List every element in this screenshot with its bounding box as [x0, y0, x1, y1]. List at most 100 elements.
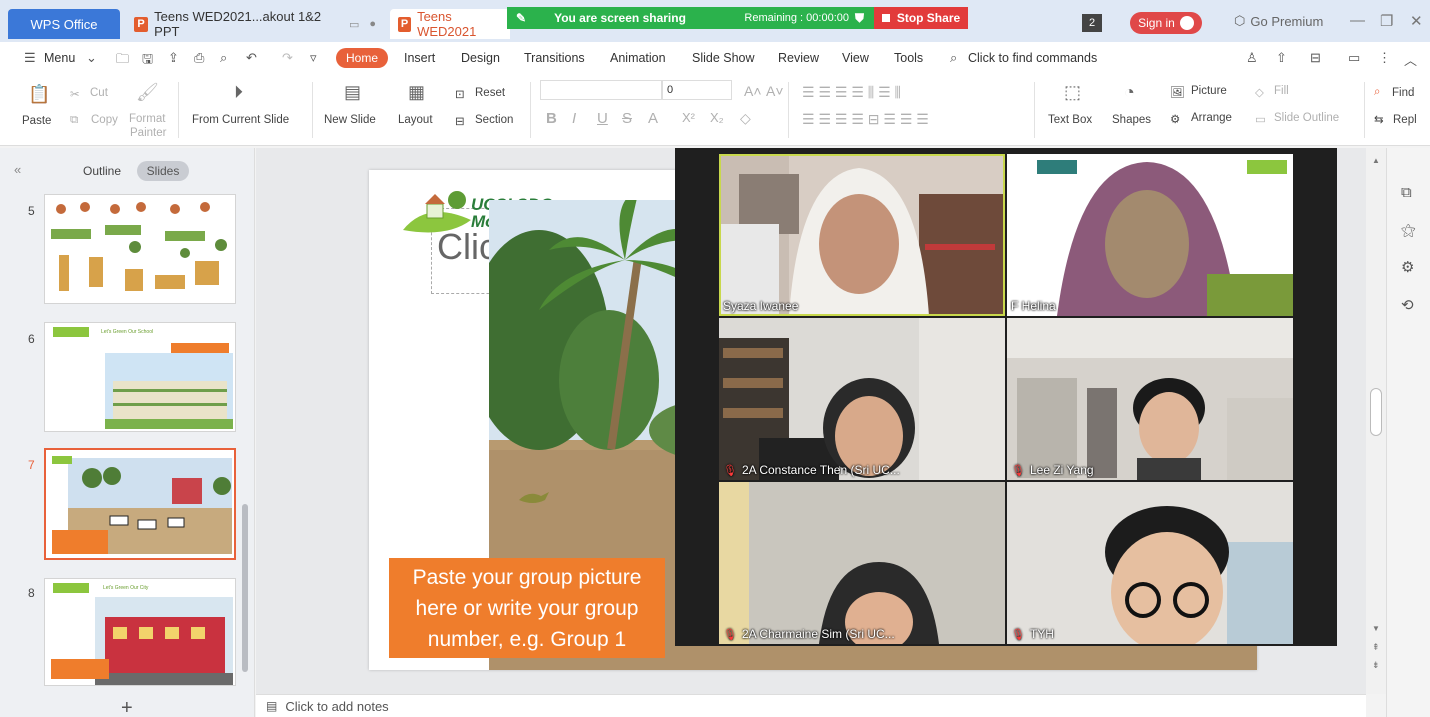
- tab-outline[interactable]: Outline: [83, 164, 121, 178]
- sign-in-button[interactable]: Sign in: [1130, 12, 1202, 34]
- collapse-ribbon-icon[interactable]: ︿: [1404, 50, 1417, 69]
- tab-wps-office[interactable]: WPS Office: [8, 9, 120, 39]
- cut-button[interactable]: Cut: [90, 87, 108, 99]
- more-icon[interactable]: ⋮: [1378, 50, 1391, 66]
- canvas-scrollbar[interactable]: ▲ ▼ ⇞ ⇟: [1366, 148, 1386, 694]
- tab-view[interactable]: View: [842, 51, 869, 65]
- tab-document-1[interactable]: P Teens WED2021...akout 1&2 PPT ▭ ●: [126, 9, 384, 39]
- tab-document-2[interactable]: P Teens WED2021: [390, 9, 510, 39]
- new-slide-button[interactable]: New Slide: [324, 114, 376, 126]
- menu-button[interactable]: Menu: [44, 51, 75, 65]
- stop-share-button[interactable]: Stop Share: [874, 7, 968, 29]
- video-tile-1[interactable]: Syaza Iwanee: [719, 154, 1005, 316]
- replace-button[interactable]: Repl: [1393, 114, 1417, 126]
- property-icon[interactable]: ⧉: [1401, 184, 1412, 201]
- font-color-icon[interactable]: A: [648, 110, 658, 127]
- from-current-slide-button[interactable]: From Current Slide: [192, 114, 289, 126]
- previous-slide-icon[interactable]: ⇞: [1372, 642, 1380, 653]
- add-slide-button[interactable]: +: [121, 697, 133, 717]
- tab-animation[interactable]: Animation: [610, 51, 666, 65]
- font-name-select[interactable]: [540, 80, 662, 100]
- video-tile-6[interactable]: 🎙 TYH: [1007, 482, 1293, 644]
- text-box-button[interactable]: Text Box: [1048, 114, 1092, 126]
- video-tile-2[interactable]: F Helina: [1007, 154, 1293, 316]
- video-tile-5[interactable]: 🎙 2A Charmaine Sim (Sri UC...: [719, 482, 1005, 644]
- print-preview-icon[interactable]: ⌕: [220, 50, 227, 66]
- align-icon[interactable]: ☰ ☰ ☰ ☰ ⊟ ☰ ☰ ☰: [802, 111, 929, 128]
- layout-icon[interactable]: ▦: [408, 82, 425, 103]
- customize-icon[interactable]: ▿: [310, 50, 317, 66]
- scroll-thumb[interactable]: [1370, 388, 1382, 436]
- bold-icon[interactable]: B: [546, 110, 557, 127]
- save-icon[interactable]: 🖫: [142, 50, 153, 72]
- tab-home[interactable]: Home: [336, 48, 388, 68]
- find-button[interactable]: Find: [1392, 87, 1414, 99]
- tab-insert[interactable]: Insert: [404, 51, 435, 65]
- slide-thumbnail-7[interactable]: [44, 448, 236, 560]
- print-icon[interactable]: ⎙: [194, 50, 204, 66]
- grow-font-icon[interactable]: A˄: [744, 83, 762, 99]
- panel-scrollbar[interactable]: [242, 504, 248, 672]
- next-slide-icon[interactable]: ⇟: [1372, 660, 1380, 671]
- tab-review[interactable]: Review: [778, 51, 819, 65]
- history-icon[interactable]: ⊟: [1310, 50, 1321, 66]
- history-icon[interactable]: ⟲: [1401, 296, 1414, 314]
- restore-icon[interactable]: ❐: [1380, 12, 1393, 30]
- group-picture-callout[interactable]: Paste your group picture here or write y…: [389, 558, 665, 658]
- monitor-icon[interactable]: ▭: [349, 18, 359, 31]
- strikethrough-icon[interactable]: S: [622, 110, 632, 127]
- play-icon[interactable]: ⏵: [234, 82, 243, 103]
- shapes-icon[interactable]: ◔: [1124, 82, 1135, 103]
- tab-slide-show[interactable]: Slide Show: [692, 51, 755, 65]
- font-size-select[interactable]: 0: [662, 80, 732, 100]
- bullets-icon[interactable]: ☰ ☰ ☰ ☰ ⫼ ☰ ⫼: [802, 84, 901, 101]
- share-icon[interactable]: ⇧: [1276, 50, 1287, 66]
- collaborate-icon[interactable]: ♙: [1246, 50, 1258, 66]
- undo-icon[interactable]: ↶: [246, 50, 257, 66]
- clear-format-icon[interactable]: ◇: [740, 110, 751, 127]
- italic-icon[interactable]: I: [572, 110, 576, 127]
- tab-design[interactable]: Design: [461, 51, 500, 65]
- layout-button[interactable]: Layout: [398, 114, 433, 126]
- scroll-down-icon[interactable]: ▼: [1372, 624, 1380, 633]
- copy-button[interactable]: Copy: [91, 114, 118, 126]
- slide-thumbnail-6[interactable]: Let's Green Our School: [44, 322, 236, 432]
- hamburger-icon[interactable]: ☰: [24, 50, 36, 66]
- scroll-up-icon[interactable]: ▲: [1372, 156, 1380, 165]
- tab-transitions[interactable]: Transitions: [524, 51, 585, 65]
- export-icon[interactable]: ⇪: [168, 50, 179, 66]
- collapse-panel-icon[interactable]: «: [14, 162, 21, 177]
- subscript-icon[interactable]: X₂: [710, 110, 724, 125]
- tab-slides[interactable]: Slides: [137, 161, 189, 181]
- fill-button[interactable]: Fill: [1274, 85, 1289, 97]
- slide-outline-button[interactable]: Slide Outline: [1274, 112, 1339, 124]
- new-slide-icon[interactable]: ▤: [344, 82, 361, 103]
- comment-icon[interactable]: ▭: [1348, 50, 1360, 66]
- shapes-button[interactable]: Shapes: [1112, 114, 1151, 126]
- redo-icon[interactable]: ↷: [282, 50, 293, 66]
- command-search[interactable]: Click to find commands: [968, 51, 1097, 65]
- tab-tools[interactable]: Tools: [894, 51, 923, 65]
- slide-thumbnail-8[interactable]: Let's Green Our City: [44, 578, 236, 686]
- text-box-icon[interactable]: ⬚: [1064, 82, 1081, 103]
- window-count-badge[interactable]: 2: [1082, 14, 1102, 32]
- underline-icon[interactable]: U: [597, 110, 608, 127]
- settings-icon[interactable]: ⚙: [1401, 258, 1414, 276]
- design-icon[interactable]: ⚝: [1401, 222, 1416, 239]
- format-painter-button[interactable]: Format: [129, 113, 165, 125]
- paste-button[interactable]: Paste: [22, 115, 51, 127]
- shrink-font-icon[interactable]: A˅: [766, 83, 784, 99]
- chevron-down-icon[interactable]: ⌄: [86, 50, 97, 66]
- go-premium-button[interactable]: ⬡ Go Premium: [1234, 13, 1323, 29]
- section-button[interactable]: Section: [475, 114, 513, 126]
- paste-icon[interactable]: 📋: [28, 84, 50, 105]
- arrange-button[interactable]: Arrange: [1191, 112, 1232, 124]
- picture-button[interactable]: Picture: [1191, 85, 1227, 97]
- close-icon[interactable]: ✕: [1410, 12, 1423, 30]
- slide-thumbnail-5[interactable]: [44, 194, 236, 304]
- superscript-icon[interactable]: X²: [682, 110, 695, 125]
- reset-button[interactable]: Reset: [475, 87, 505, 99]
- video-tile-3[interactable]: 🎙 2A Constance Then (Sri UC...: [719, 318, 1005, 480]
- minimize-icon[interactable]: —: [1350, 12, 1365, 29]
- open-folder-icon[interactable]: 🗀: [116, 50, 129, 72]
